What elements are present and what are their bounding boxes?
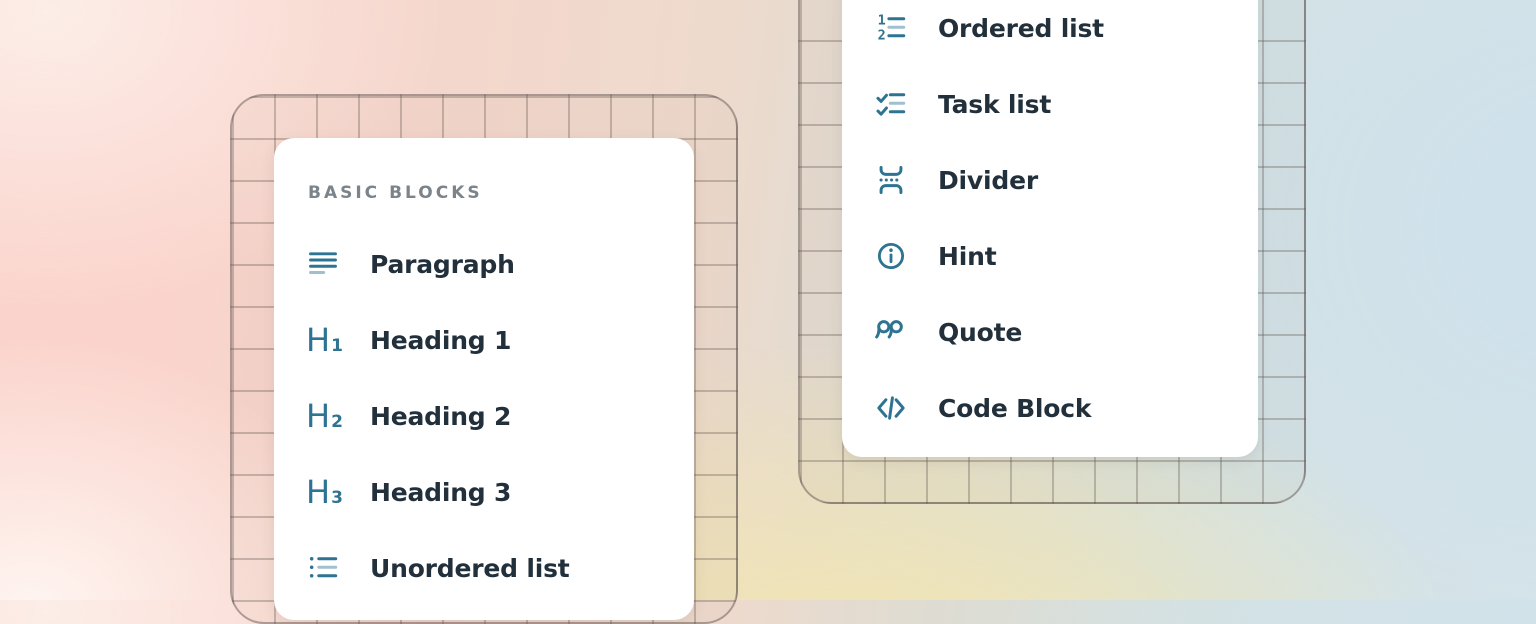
menu-item-paragraph[interactable]: Paragraph xyxy=(274,226,694,302)
divider-icon xyxy=(874,163,908,197)
menu-item-task-list[interactable]: Task list xyxy=(842,66,1258,142)
menu-item-label: Hint xyxy=(938,242,996,271)
heading-3-icon: H 3 xyxy=(306,475,340,509)
quote-icon xyxy=(874,315,908,349)
menu-item-label: Heading 1 xyxy=(370,326,511,355)
menu-item-label: Code Block xyxy=(938,394,1091,423)
svg-text:2: 2 xyxy=(878,29,886,44)
task-list-icon xyxy=(874,87,908,121)
section-label-basic-blocks: BASIC BLOCKS xyxy=(308,181,694,205)
menu-item-label: Task list xyxy=(938,90,1051,119)
heading-2-icon: H 2 xyxy=(306,399,340,433)
basic-blocks-menu: BASIC BLOCKS Paragraph H 1 Heading 1 H 2… xyxy=(274,138,694,620)
menu-item-label: Paragraph xyxy=(370,250,515,279)
menu-item-label: Heading 3 xyxy=(370,478,511,507)
menu-item-label: Ordered list xyxy=(938,14,1104,43)
menu-item-divider[interactable]: Divider xyxy=(842,142,1258,218)
menu-item-code-block[interactable]: Code Block xyxy=(842,370,1258,446)
ordered-list-icon: 1 2 xyxy=(874,11,908,45)
blocks-menu-continued: 1 2 Ordered list Task list xyxy=(842,0,1258,457)
menu-item-unordered-list[interactable]: Unordered list xyxy=(274,530,694,606)
menu-item-heading-3[interactable]: H 3 Heading 3 xyxy=(274,454,694,530)
menu-item-heading-1[interactable]: H 1 Heading 1 xyxy=(274,302,694,378)
heading-1-icon: H 1 xyxy=(306,323,340,357)
menu-item-hint[interactable]: Hint xyxy=(842,218,1258,294)
code-block-icon xyxy=(874,391,908,425)
hint-icon xyxy=(874,239,908,273)
unordered-list-icon xyxy=(306,551,340,585)
menu-item-label: Quote xyxy=(938,318,1022,347)
menu-item-ordered-list[interactable]: 1 2 Ordered list xyxy=(842,0,1258,66)
menu-item-label: Heading 2 xyxy=(370,402,511,431)
svg-text:1: 1 xyxy=(878,13,886,28)
menu-item-quote[interactable]: Quote xyxy=(842,294,1258,370)
menu-item-label: Divider xyxy=(938,166,1038,195)
menu-item-heading-2[interactable]: H 2 Heading 2 xyxy=(274,378,694,454)
menu-item-label: Unordered list xyxy=(370,554,570,583)
paragraph-icon xyxy=(306,247,340,281)
